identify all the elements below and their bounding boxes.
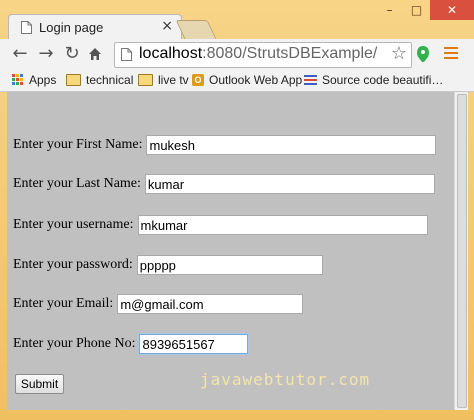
- chrome-menu-icon[interactable]: [444, 47, 458, 61]
- window-controls: – □ ✕: [376, 0, 474, 20]
- bookmark-live-tv[interactable]: live tv: [138, 71, 189, 89]
- email-row: Enter your Email:: [13, 293, 304, 315]
- last-name-input[interactable]: [144, 174, 435, 194]
- bookmark-label: live tv: [158, 73, 189, 87]
- page-icon: [21, 21, 32, 34]
- email-label: Enter your Email:: [13, 296, 114, 311]
- apps-grid-icon: [12, 74, 24, 86]
- first-name-row: Enter your First Name:: [13, 134, 437, 156]
- first-name-input[interactable]: [146, 135, 437, 155]
- bookmark-label: technical: [86, 73, 134, 87]
- first-name-label: Enter your First Name:: [13, 137, 143, 152]
- browser-toolbar: ← → ↻ localhost:8080/StrutsDBExample/ ☆: [0, 39, 474, 69]
- reload-icon[interactable]: ↻: [62, 43, 82, 65]
- url-host: localhost: [139, 45, 203, 62]
- address-bar[interactable]: localhost:8080/StrutsDBExample/ ☆: [114, 42, 412, 68]
- back-arrow-icon[interactable]: ←: [10, 43, 30, 65]
- folder-icon: [138, 74, 153, 86]
- bookmark-source-code[interactable]: Source code beautifi…: [304, 71, 443, 89]
- last-name-row: Enter your Last Name:: [13, 173, 435, 195]
- username-row: Enter your username:: [13, 214, 428, 236]
- minimize-button[interactable]: –: [376, 0, 403, 20]
- password-row: Enter your password:: [13, 254, 323, 276]
- email-input[interactable]: [117, 294, 304, 314]
- outlook-icon: O: [192, 74, 204, 86]
- tab-close-icon[interactable]: ×: [161, 18, 173, 34]
- vertical-scrollbar[interactable]: [454, 92, 468, 410]
- forward-arrow-icon[interactable]: →: [36, 43, 56, 65]
- tab-strip: Login page × – □ ✕: [0, 0, 474, 41]
- bookmark-label: Apps: [29, 73, 57, 87]
- watermark: javawebtutor.com: [200, 370, 371, 389]
- phone-row: Enter your Phone No:: [13, 333, 249, 355]
- tab-login-page[interactable]: Login page ×: [8, 14, 182, 41]
- url-path: :8080/StrutsDBExample/: [202, 45, 378, 62]
- tab-title: Login page: [39, 20, 104, 35]
- maximize-button[interactable]: □: [403, 0, 430, 20]
- last-name-label: Enter your Last Name:: [13, 176, 141, 191]
- bookmark-apps[interactable]: Apps: [12, 71, 56, 89]
- phone-label: Enter your Phone No:: [13, 336, 136, 351]
- submit-button[interactable]: Submit: [15, 374, 64, 394]
- scrollbar-thumb[interactable]: [457, 94, 467, 408]
- folder-icon: [66, 74, 81, 86]
- browser-window: Login page × – □ ✕ ← → ↻ localhost:8080/…: [0, 0, 474, 420]
- bookmark-label: Outlook Web App: [209, 73, 303, 87]
- password-label: Enter your password:: [13, 257, 133, 272]
- bookmark-star-icon[interactable]: ☆: [391, 43, 407, 64]
- username-label: Enter your username:: [13, 217, 134, 232]
- page-icon: [121, 48, 132, 61]
- evernote-extension-icon[interactable]: [416, 45, 430, 63]
- bookmark-outlook-web-app[interactable]: O Outlook Web App: [192, 71, 302, 89]
- home-icon[interactable]: [88, 47, 102, 61]
- bookmarks-bar: Apps technical live tv O Outlook Web App…: [0, 69, 474, 92]
- bookmark-technical[interactable]: technical: [66, 71, 133, 89]
- url-text: localhost:8080/StrutsDBExample/: [139, 45, 377, 63]
- bookmark-label: Source code beautifi…: [322, 73, 444, 87]
- close-window-button[interactable]: ✕: [430, 0, 474, 20]
- password-input[interactable]: [136, 255, 323, 275]
- source-code-icon: [304, 75, 317, 85]
- phone-input[interactable]: [139, 334, 249, 354]
- page-content: Enter your First Name: Enter your Last N…: [7, 92, 461, 410]
- username-input[interactable]: [137, 215, 428, 235]
